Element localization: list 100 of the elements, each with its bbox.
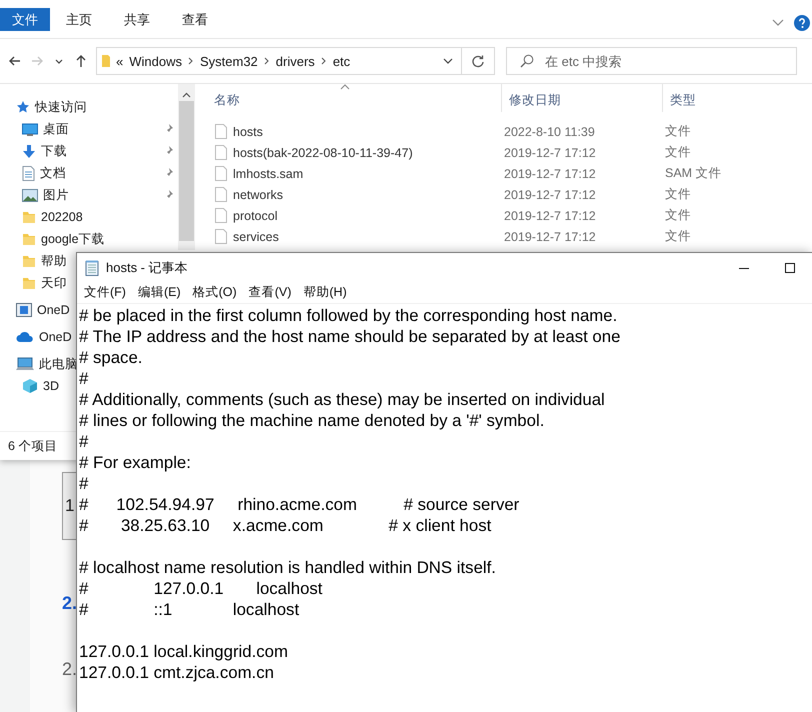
chevron-down-icon xyxy=(772,19,784,27)
refresh-icon xyxy=(471,54,485,68)
text-line: # 102.54.94.97 rhino.acme.com # source server xyxy=(79,494,520,515)
modified-date: 2019-12-7 17:12 xyxy=(503,188,597,202)
file-icon xyxy=(215,145,227,160)
folder-icon xyxy=(22,254,36,268)
sidebar-item[interactable]: 此电脑 xyxy=(0,353,78,375)
modified-date: 2022-8-10 11:39 xyxy=(503,124,596,138)
file-name[interactable]: hosts(bak-2022-08-10-11-39-47) xyxy=(233,146,413,160)
sidebar-item[interactable]: 桌面 xyxy=(0,118,178,140)
list-number: 2. xyxy=(62,659,78,680)
file-name[interactable]: services xyxy=(233,230,279,244)
file-type: 文件 xyxy=(664,207,691,224)
desktop-icon xyxy=(22,122,38,136)
text-line: # space. xyxy=(79,347,142,368)
breadcrumb[interactable]: etc xyxy=(332,54,350,68)
cloud-icon xyxy=(16,331,34,343)
column-header[interactable]: 名称 xyxy=(195,84,502,112)
sidebar-item[interactable]: 文档 xyxy=(0,162,178,184)
text-line: 127.0.0.1 local.kinggrid.com xyxy=(79,641,288,662)
modified-date: 2019-12-7 17:12 xyxy=(503,146,597,160)
folder-icon xyxy=(22,276,36,290)
dropdown-caret-icon xyxy=(443,58,453,64)
sidebar-item[interactable]: 202208 xyxy=(0,206,83,228)
text-line: # be placed in the first column followed by the corresponding host name. xyxy=(79,305,618,326)
text-line: # 38.25.63.10 x.acme.com # x client host xyxy=(79,515,492,536)
ribbon-tab[interactable]: 共享 xyxy=(108,8,166,31)
download-arrow-icon xyxy=(22,144,36,158)
modified-date: 2019-12-7 17:12 xyxy=(503,230,597,244)
search-icon xyxy=(520,54,534,68)
file-type: 文件 xyxy=(664,228,691,245)
text-line: # xyxy=(79,473,88,494)
file-type: 文件 xyxy=(664,123,691,140)
file-name[interactable]: lmhosts.sam xyxy=(233,166,304,180)
breadcrumb[interactable]: System32 xyxy=(200,54,258,68)
text-line: # xyxy=(79,431,88,452)
notepad-icon xyxy=(84,260,100,276)
menu-item[interactable]: 查看(V) xyxy=(242,282,298,303)
file-name[interactable]: networks xyxy=(233,188,284,202)
folder-icon xyxy=(22,232,36,246)
menu-item[interactable]: 格式(O) xyxy=(186,282,243,303)
sidebar-item[interactable]: 图片 xyxy=(0,184,178,206)
modified-date: 2019-12-7 17:12 xyxy=(503,208,597,222)
folder-icon xyxy=(102,54,110,68)
overflow-chevron[interactable]: « xyxy=(116,54,124,68)
chevron-down-icon xyxy=(55,58,63,64)
sidebar-item[interactable]: 快速访问 xyxy=(0,96,87,118)
breadcrumb[interactable]: Windows xyxy=(129,54,182,68)
text-line: # lines or following the machine name denoted by a '#' symbol. xyxy=(79,410,544,431)
file-type: 文件 xyxy=(664,186,691,203)
chevron-right-icon xyxy=(320,57,327,65)
sidebar-item[interactable]: google下载 xyxy=(0,228,105,250)
drive-icon xyxy=(16,303,32,317)
sidebar-item[interactable]: 天印 xyxy=(0,272,67,294)
file-icon xyxy=(215,208,227,223)
table-cell: 1 xyxy=(62,472,76,540)
file-icon xyxy=(215,124,227,139)
menu-item[interactable]: 文件(F) xyxy=(78,282,132,303)
file-type: 文件 xyxy=(664,144,691,161)
menu-item[interactable]: 帮助(H) xyxy=(297,282,353,303)
ribbon-tab[interactable]: 查看 xyxy=(166,8,224,31)
star-icon xyxy=(16,100,30,114)
document-icon xyxy=(22,166,35,180)
text-line: # Additionally, comments (such as these) may be inserted on individual xyxy=(79,389,605,410)
breadcrumb[interactable]: drivers xyxy=(276,54,315,68)
file-type: SAM 文件 xyxy=(664,165,722,182)
column-header[interactable]: 修改日期 xyxy=(502,84,663,112)
scrollbar-thumb[interactable] xyxy=(179,101,194,241)
text-line: # 127.0.0.1 localhost xyxy=(79,578,322,599)
file-name[interactable]: hosts xyxy=(233,124,263,138)
maximize-icon xyxy=(785,262,795,272)
sidebar-item[interactable]: OneD xyxy=(0,299,70,321)
chevron-right-icon xyxy=(188,57,194,65)
ribbon-tab[interactable]: 文件 xyxy=(0,8,50,31)
text-line: # xyxy=(79,368,88,389)
sidebar-item[interactable]: 下载 xyxy=(0,140,178,162)
sidebar-item[interactable]: 帮助 xyxy=(0,250,67,272)
cube-icon xyxy=(22,378,38,394)
column-header[interactable]: 类型 xyxy=(663,84,798,112)
text-line: # localhost name resolution is handled within DNS itself. xyxy=(79,557,496,578)
picture-icon xyxy=(22,188,38,202)
file-icon xyxy=(215,187,227,202)
scroll-up-icon xyxy=(182,92,191,98)
sidebar-item[interactable]: 3D xyxy=(0,375,59,397)
chevron-right-icon xyxy=(264,57,270,65)
folder-icon xyxy=(22,210,36,224)
file-icon xyxy=(215,229,227,244)
search-field[interactable]: 在 etc 中搜索 xyxy=(506,47,797,75)
ribbon-tab[interactable]: 主页 xyxy=(50,8,108,31)
file-icon xyxy=(215,166,227,181)
text-line: # ::1 localhost xyxy=(79,599,300,620)
sidebar-item[interactable]: OneD xyxy=(0,326,72,348)
heading-number: 2. xyxy=(62,593,78,614)
menu-item[interactable]: 编辑(E) xyxy=(132,282,187,303)
modified-date: 2019-12-7 17:12 xyxy=(503,166,597,180)
computer-icon xyxy=(16,357,34,371)
text-line: 127.0.0.1 cmt.zjca.com.cn xyxy=(79,662,274,683)
refresh-button[interactable] xyxy=(462,47,495,75)
address-bar[interactable]: « Windows System32 drivers etc xyxy=(96,47,462,75)
file-name[interactable]: protocol xyxy=(233,208,278,222)
